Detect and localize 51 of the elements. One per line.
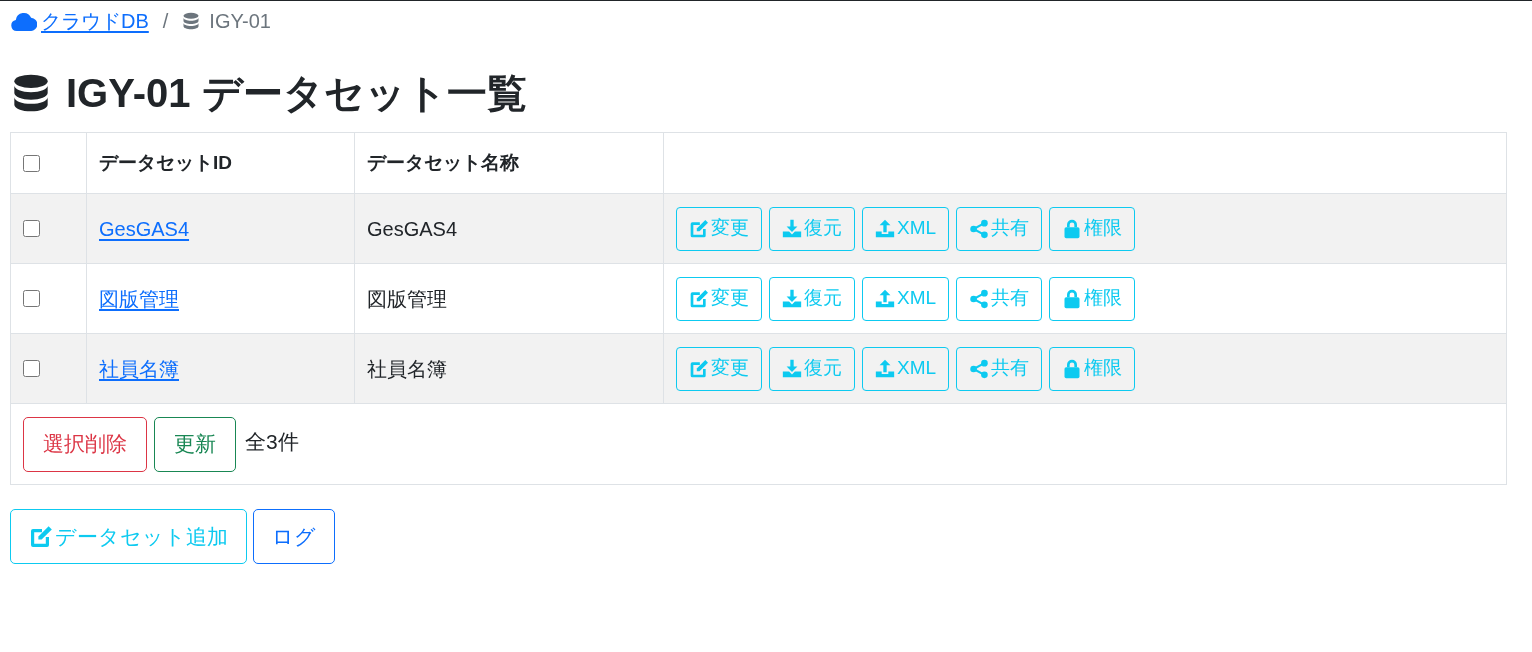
xml-upload-button[interactable]: XML: [862, 346, 950, 391]
edit-button[interactable]: 変更: [676, 206, 762, 251]
lock-icon: [1062, 218, 1083, 239]
permission-button[interactable]: 権限: [1049, 206, 1136, 251]
row-checkbox[interactable]: [23, 290, 40, 307]
dataset-id-link[interactable]: GesGAS4: [99, 217, 190, 240]
share-icon: [969, 218, 990, 239]
download-icon: [782, 358, 802, 379]
dataset-name: 社員名簿: [367, 357, 447, 380]
database-icon: [182, 11, 201, 31]
lock-icon: [1062, 288, 1083, 309]
permission-button[interactable]: 権限: [1049, 346, 1136, 391]
refresh-button[interactable]: 更新: [154, 416, 236, 472]
upload-icon: [875, 358, 895, 379]
breadcrumb-current: IGY-01: [209, 9, 271, 34]
permission-button[interactable]: 権限: [1049, 276, 1136, 321]
share-button[interactable]: 共有: [956, 206, 1043, 251]
record-count: 全3件: [245, 429, 299, 456]
share-icon: [969, 288, 990, 309]
download-icon: [782, 218, 802, 239]
xml-upload-button[interactable]: XML: [862, 206, 950, 251]
share-button[interactable]: 共有: [956, 276, 1043, 321]
dataset-id-link[interactable]: 社員名簿: [99, 357, 179, 380]
cloud-icon: [10, 11, 37, 31]
edit-button[interactable]: 変更: [676, 276, 762, 321]
pen-square-icon: [29, 524, 53, 549]
dataset-name: 図版管理: [367, 287, 447, 310]
dataset-id-link[interactable]: 図版管理: [99, 287, 179, 310]
breadcrumb-link[interactable]: クラウドDB: [10, 6, 149, 36]
restore-button[interactable]: 復元: [769, 206, 855, 251]
add-dataset-button[interactable]: データセット追加: [10, 509, 247, 564]
download-icon: [782, 288, 802, 309]
edit-button[interactable]: 変更: [676, 346, 762, 391]
restore-button[interactable]: 復元: [769, 346, 855, 391]
breadcrumb-separator: /: [162, 9, 169, 34]
row-checkbox[interactable]: [23, 360, 40, 377]
log-button[interactable]: ログ: [253, 509, 335, 564]
select-all-checkbox[interactable]: [23, 154, 40, 172]
column-header: データセット名称: [367, 151, 519, 173]
share-icon: [969, 358, 990, 379]
upload-icon: [875, 218, 895, 239]
restore-button[interactable]: 復元: [769, 276, 855, 321]
xml-upload-button[interactable]: XML: [862, 276, 950, 321]
share-button[interactable]: 共有: [956, 346, 1043, 391]
column-header: データセットID: [99, 151, 232, 173]
page-heading: IGY-01 データセット一覧: [66, 73, 527, 113]
upload-icon: [875, 288, 895, 309]
dataset-name: GesGAS4: [367, 217, 458, 240]
delete-selected-button[interactable]: 選択削除: [23, 416, 147, 472]
row-checkbox[interactable]: [23, 220, 40, 237]
lock-icon: [1062, 358, 1083, 379]
